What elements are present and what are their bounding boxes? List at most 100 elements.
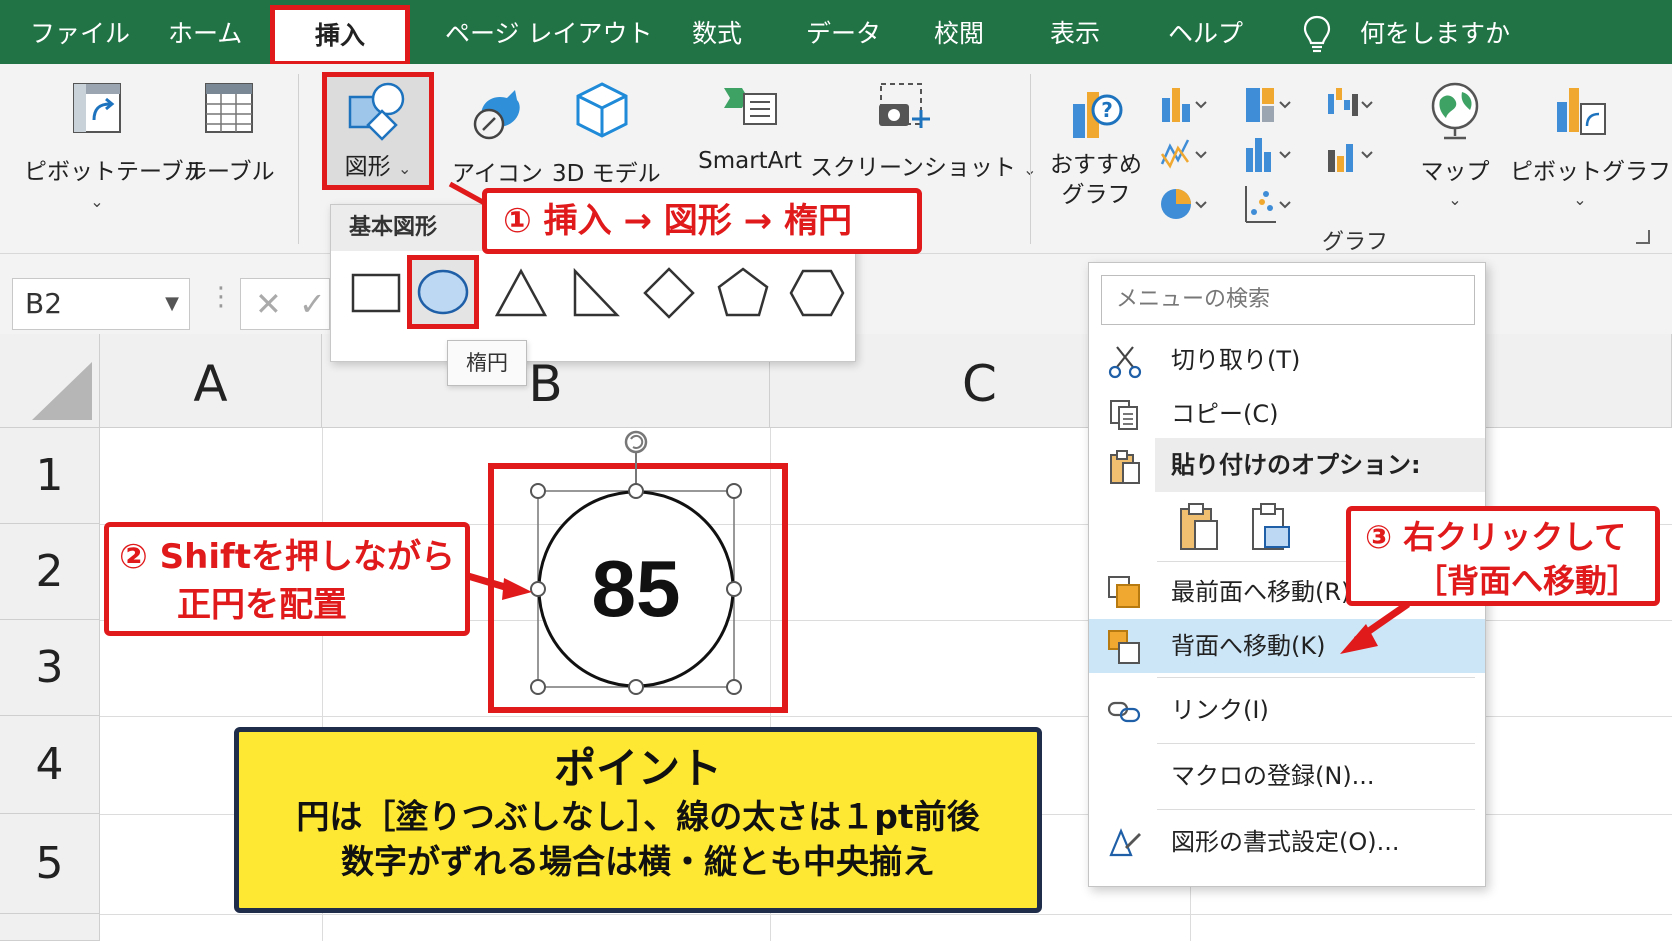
step3-line1: ③ 右クリックして xyxy=(1365,518,1627,556)
diamond-shape-icon[interactable] xyxy=(639,265,699,321)
step3-line2: ［背面へ移動］ xyxy=(1415,562,1640,600)
pie-chart-icon[interactable] xyxy=(1160,184,1208,224)
link-chain-icon xyxy=(1107,701,1141,723)
name-box[interactable]: B2 ▼ xyxy=(12,278,190,330)
shapes-label: 図形 xyxy=(344,154,391,180)
enter-check-icon[interactable]: ✓ xyxy=(299,285,326,323)
point-title: ポイント xyxy=(553,744,722,793)
step2-line2: 正円を配置 xyxy=(177,585,347,625)
tab-view[interactable]: 表示 xyxy=(1050,0,1100,64)
tell-me-search[interactable]: 何をしますか xyxy=(1360,0,1510,64)
tab-home[interactable]: ホーム xyxy=(168,0,242,64)
dialog-launcher-icon[interactable] xyxy=(1636,230,1650,244)
formula-input-area[interactable]: ✕ ✓ xyxy=(240,278,330,330)
row-header-1[interactable]: 1 xyxy=(0,428,100,524)
shapes-icon xyxy=(348,82,405,141)
menu-item-bring-to-front-label: 最前面へ移動(R) xyxy=(1171,578,1351,606)
resize-handle[interactable] xyxy=(726,679,742,695)
point-line1: 円は［塗りつぶしなし］、線の太さは１pt前後 xyxy=(296,797,980,836)
3d-models-button[interactable]: 3D モデル xyxy=(552,80,661,188)
resize-handle[interactable] xyxy=(628,679,644,695)
right-triangle-shape-icon[interactable] xyxy=(565,265,625,321)
ribbon-separator xyxy=(1030,74,1031,244)
resize-handle[interactable] xyxy=(530,581,546,597)
pentagon-shape-icon[interactable] xyxy=(713,265,773,321)
shapes-button[interactable]: 図形 ⌄ xyxy=(322,72,434,190)
more-dots-icon: ⋮ xyxy=(208,282,234,312)
menu-item-cut[interactable]: 切り取り(T) xyxy=(1089,333,1485,387)
send-to-back-icon xyxy=(1108,630,1140,664)
pivot-table-label: ピボットテーブル xyxy=(24,159,207,185)
row-header-6[interactable] xyxy=(0,914,100,941)
ellipse-shape-icon xyxy=(417,269,469,315)
menu-item-assign-macro[interactable]: マクロの登録(N)... xyxy=(1089,749,1485,803)
triangle-shape-icon[interactable] xyxy=(491,265,551,321)
icons-button[interactable]: アイコン xyxy=(452,80,543,188)
select-all-corner[interactable] xyxy=(0,334,100,428)
pivot-table-button[interactable]: ピボットテーブル ⌄ xyxy=(24,80,207,211)
resize-handle[interactable] xyxy=(628,483,644,499)
tab-data[interactable]: データ xyxy=(806,0,881,64)
name-box-value: B2 xyxy=(25,287,63,320)
ribbon-tab-bar: ファイル ホーム 挿入 ページ レイアウト 数式 データ 校閲 表示 ヘルプ 何… xyxy=(0,0,1672,66)
circle-value-text: 85 xyxy=(592,544,681,633)
dropdown-arrow-icon[interactable]: ▼ xyxy=(165,279,179,329)
resize-handle[interactable] xyxy=(726,581,742,597)
smartart-icon xyxy=(724,88,777,125)
waterfall-chart-icon[interactable] xyxy=(1326,84,1374,124)
ribbon-separator xyxy=(298,74,299,244)
resize-handle[interactable] xyxy=(530,679,546,695)
recommended-charts-button[interactable]: ? おすすめ グラフ xyxy=(1050,82,1142,210)
tab-page-layout[interactable]: ページ レイアウト xyxy=(445,0,652,64)
step2-line1: ② Shiftを押しながら xyxy=(119,537,456,577)
scatter-chart-icon[interactable] xyxy=(1244,184,1292,224)
resize-handle[interactable] xyxy=(530,483,546,499)
screenshot-camera-icon xyxy=(879,83,930,128)
statistic-chart-icon[interactable] xyxy=(1244,134,1292,174)
tab-insert[interactable]: 挿入 xyxy=(270,5,410,66)
row-header-4[interactable]: 4 xyxy=(0,716,100,814)
cube-icon xyxy=(576,82,628,138)
hexagon-shape-icon[interactable] xyxy=(787,265,847,321)
column-header-a[interactable]: A xyxy=(100,334,322,428)
menu-item-link-label: リンク(I) xyxy=(1171,696,1269,724)
globe-map-icon xyxy=(1431,82,1479,140)
step2-callout: ② Shiftを押しながら 正円を配置 xyxy=(104,522,470,636)
table-label: テーブル xyxy=(184,159,275,185)
table-button[interactable]: テーブル xyxy=(184,80,275,186)
row-header-3[interactable]: 3 xyxy=(0,620,100,716)
tab-help[interactable]: ヘルプ xyxy=(1168,0,1243,64)
tab-file[interactable]: ファイル xyxy=(30,0,130,64)
maps-button[interactable]: マップ ⌄ xyxy=(1410,80,1500,209)
screenshot-button[interactable]: スクリーンショット ⌄ xyxy=(810,80,1037,182)
row-header-5[interactable]: 5 xyxy=(0,814,100,914)
rectangle-shape-icon[interactable] xyxy=(347,265,407,321)
chevron-down-icon: ⌄ xyxy=(397,159,412,178)
ellipse-shape-button[interactable] xyxy=(407,255,479,329)
circle-shape-selection[interactable]: 85 xyxy=(488,426,790,716)
combo-chart-icon[interactable] xyxy=(1326,134,1374,174)
ellipse-tooltip: 楕円 xyxy=(447,340,527,386)
tab-review[interactable]: 校閲 xyxy=(934,0,984,64)
copy-icon xyxy=(1110,400,1138,430)
line-chart-icon[interactable] xyxy=(1160,134,1208,174)
hierarchy-chart-icon[interactable] xyxy=(1244,84,1292,124)
table-icon xyxy=(205,83,253,133)
column-chart-icon[interactable] xyxy=(1160,84,1208,124)
paste-option-icon[interactable] xyxy=(1175,501,1223,553)
menu-item-send-to-back[interactable]: 背面へ移動(K) xyxy=(1089,619,1485,673)
menu-search-input[interactable]: メニューの検索 xyxy=(1101,275,1475,325)
menu-item-link[interactable]: リンク(I) xyxy=(1089,683,1485,737)
pivot-chart-button[interactable]: ピボットグラフ ⌄ xyxy=(1510,80,1671,209)
resize-handle[interactable] xyxy=(726,483,742,499)
menu-item-copy[interactable]: コピー(C) xyxy=(1089,387,1485,441)
paste-picture-icon[interactable] xyxy=(1247,501,1295,553)
menu-item-format-shape[interactable]: 図形の書式設定(O)... xyxy=(1089,815,1485,869)
smartart-button[interactable]: SmartArt xyxy=(680,80,820,174)
cancel-x-icon[interactable]: ✕ xyxy=(255,285,282,323)
row-header-2[interactable]: 2 xyxy=(0,524,100,620)
menu-item-assign-macro-label: マクロの登録(N)... xyxy=(1171,762,1375,790)
step1-callout: ① 挿入 → 図形 → 楕円 xyxy=(482,188,922,254)
tab-formulas[interactable]: 数式 xyxy=(692,0,742,64)
row-gridline xyxy=(100,914,1672,915)
